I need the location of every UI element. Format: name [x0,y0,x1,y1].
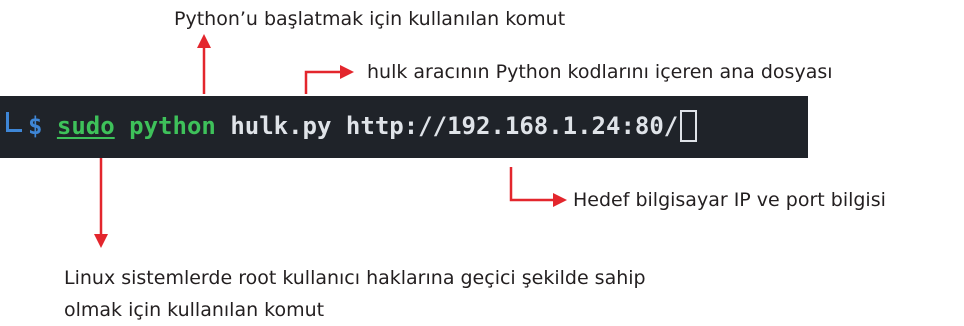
annotation-arrows [94,34,567,248]
python-arrow-head [197,34,211,48]
sudo-arrow-head [94,234,108,248]
hulk-arrow-head [340,65,354,79]
target-arrow-shaft [509,167,555,202]
hulk-arrow-shaft [304,70,342,94]
target-arrow-head [553,193,567,207]
